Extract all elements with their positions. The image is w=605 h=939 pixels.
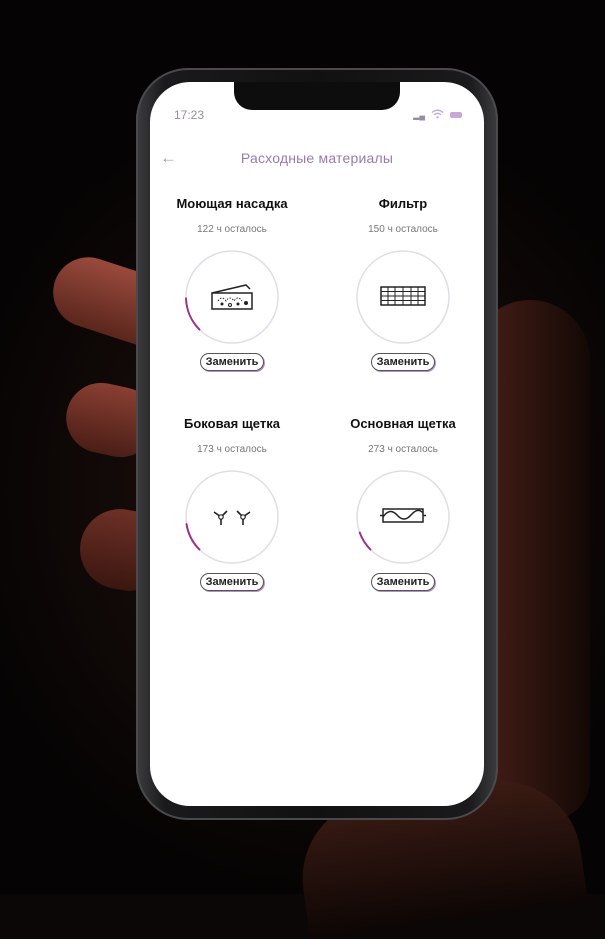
- consumable-remaining: 173 ч осталось: [197, 444, 267, 455]
- phone-notch: [234, 82, 400, 110]
- life-progress-ring: [355, 469, 451, 565]
- life-progress-ring: [355, 249, 451, 345]
- phone-frame: 17:23 ▂▄ ← Расходные материалы Моющая на…: [136, 68, 498, 820]
- consumable-card-mop-pad: Моющая насадка 122 ч осталось Заменить: [152, 196, 312, 371]
- main-brush-icon: [377, 493, 429, 539]
- side-brush-icon: [206, 493, 258, 539]
- cellular-signal-icon: ▂▄: [413, 110, 425, 120]
- life-progress-ring: [184, 469, 280, 565]
- consumable-card-filter: Фильтр 150 ч осталось Заменить: [323, 196, 483, 371]
- consumable-name: Основная щетка: [350, 416, 456, 431]
- battery-icon: [450, 112, 462, 118]
- consumable-remaining: 150 ч осталось: [368, 224, 438, 235]
- consumable-name: Моющая насадка: [176, 196, 288, 211]
- consumable-name: Боковая щетка: [184, 416, 280, 431]
- consumable-remaining: 122 ч осталось: [197, 224, 267, 235]
- mop-pad-icon: [206, 273, 258, 319]
- filter-icon: [377, 273, 429, 319]
- consumable-card-side-brush: Боковая щетка 173 ч осталось Заменить: [152, 416, 312, 591]
- consumable-name: Фильтр: [378, 196, 428, 211]
- life-progress-ring: [184, 249, 280, 345]
- wifi-icon: [431, 108, 444, 122]
- replace-button[interactable]: Заменить: [199, 353, 265, 371]
- replace-button[interactable]: Заменить: [370, 353, 436, 371]
- replace-button[interactable]: Заменить: [370, 573, 436, 591]
- nav-bar: ← Расходные материалы: [150, 148, 484, 170]
- consumable-card-main-brush: Основная щетка 273 ч осталось Заменить: [323, 416, 483, 591]
- status-time: 17:23: [174, 108, 205, 122]
- status-bar: 17:23 ▂▄: [174, 108, 462, 128]
- page-title: Расходные материалы: [240, 150, 394, 166]
- consumable-remaining: 273 ч осталось: [368, 444, 438, 455]
- replace-button[interactable]: Заменить: [199, 573, 265, 591]
- phone-screen: 17:23 ▂▄ ← Расходные материалы Моющая на…: [150, 82, 484, 806]
